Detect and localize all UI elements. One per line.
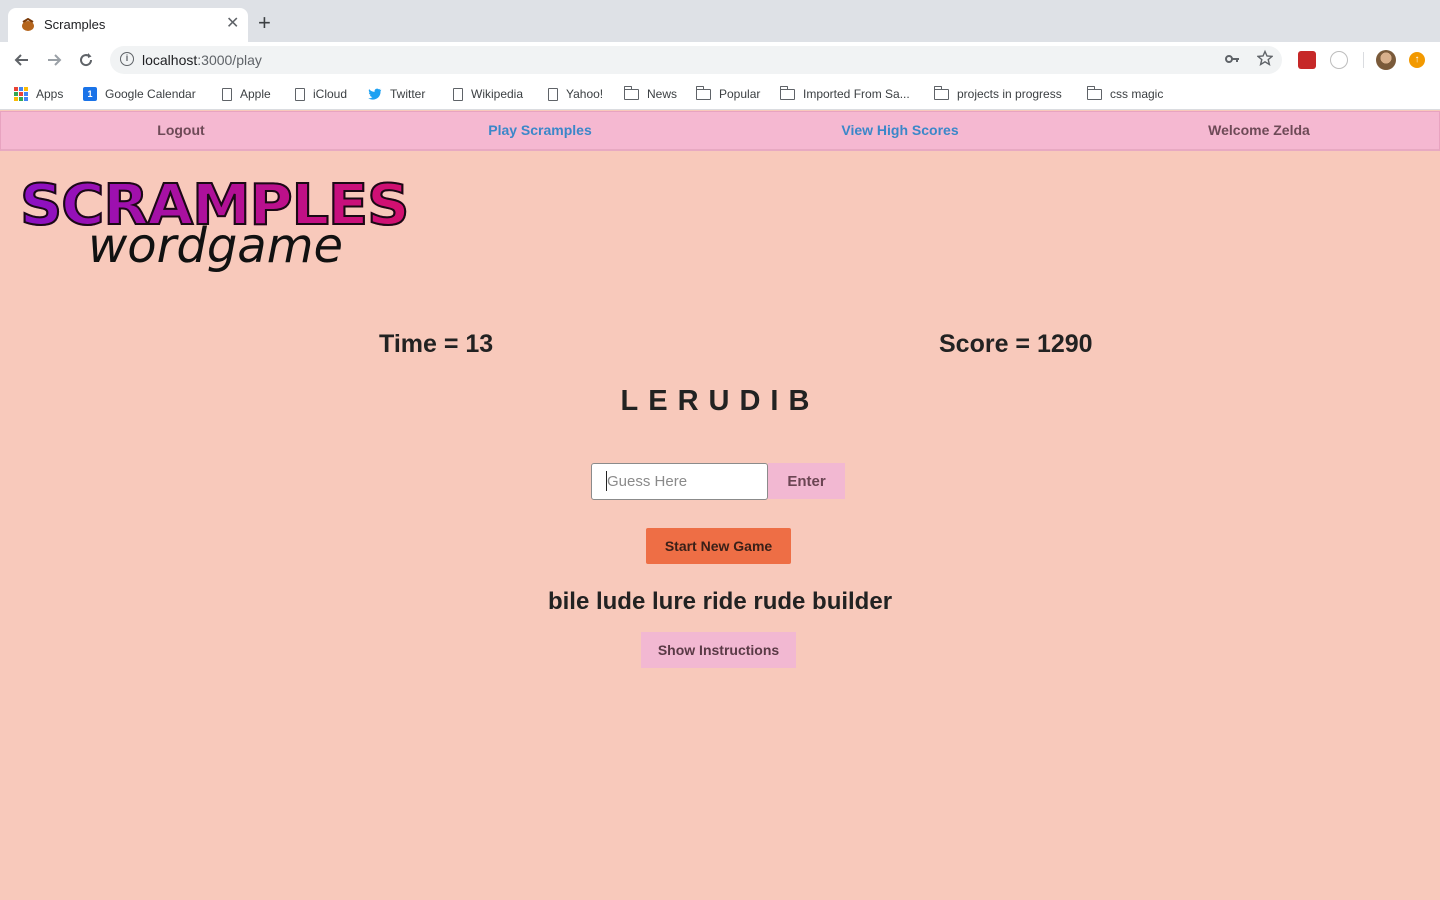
forward-icon[interactable] — [44, 50, 64, 70]
site-info-icon[interactable]: i — [120, 52, 134, 66]
calendar-icon: 1 — [83, 87, 97, 101]
folder-icon — [695, 85, 711, 100]
browser-tabstrip: Scramples ✕ + — [0, 0, 1440, 42]
new-tab-icon[interactable]: + — [258, 12, 271, 34]
bookmark-google-calendar[interactable]: 1 Google Calendar — [83, 84, 196, 104]
view-high-scores-link[interactable]: View High Scores — [800, 122, 1000, 138]
bookmark-apps[interactable]: Apps — [14, 84, 63, 104]
browser-tab[interactable]: Scramples ✕ — [8, 8, 248, 42]
bookmark-star-icon[interactable] — [1257, 49, 1273, 67]
bookmark-twitter[interactable]: Twitter — [368, 84, 425, 104]
close-tab-icon[interactable]: ✕ — [226, 15, 239, 33]
bookmark-folder-css-magic[interactable]: css magic — [1086, 84, 1163, 104]
bookmarks-bar: Apps 1 Google Calendar Apple iCloud Twitt… — [0, 78, 1440, 110]
bookmark-icloud[interactable]: iCloud — [293, 84, 347, 104]
welcome-user-text: Welcome Zelda — [1208, 122, 1310, 138]
bookmark-folder-news[interactable]: News — [623, 84, 677, 104]
guess-input[interactable] — [591, 463, 768, 500]
folder-icon — [933, 85, 949, 100]
twitter-icon — [368, 88, 382, 100]
enter-button[interactable]: Enter — [768, 463, 845, 499]
back-icon[interactable] — [12, 50, 32, 70]
bookmark-folder-imported[interactable]: Imported From Sa... — [779, 84, 910, 104]
score-display: Score = 1290 — [939, 330, 1093, 358]
bookmark-folder-popular[interactable]: Popular — [695, 84, 760, 104]
start-new-game-button[interactable]: Start New Game — [646, 528, 791, 564]
folder-icon — [623, 85, 639, 100]
folder-icon — [779, 85, 795, 100]
url-text: localhost:3000/play — [142, 52, 262, 68]
page-icon — [295, 87, 305, 101]
page-icon — [222, 87, 232, 101]
profile-avatar[interactable] — [1376, 50, 1396, 70]
logout-link[interactable]: Logout — [81, 122, 281, 138]
bookmark-wikipedia[interactable]: Wikipedia — [451, 84, 523, 104]
reload-icon[interactable] — [76, 50, 96, 70]
bookmark-yahoo[interactable]: Yahoo! — [546, 84, 603, 104]
show-instructions-button[interactable]: Show Instructions — [641, 632, 796, 668]
text-caret — [606, 471, 607, 491]
bookmark-apple[interactable]: Apple — [220, 84, 271, 104]
page-icon — [453, 87, 463, 101]
bookmark-folder-projects[interactable]: projects in progress — [933, 84, 1062, 104]
address-bar[interactable]: i localhost:3000/play — [110, 46, 1282, 74]
update-icon[interactable]: ↑ — [1409, 52, 1425, 68]
found-words-list: bile lude lure ride rude builder — [547, 588, 893, 615]
scramples-logo-subtitle: wordgame — [88, 218, 343, 274]
tab-title: Scramples — [44, 17, 106, 32]
time-remaining: Time = 13 — [379, 330, 494, 358]
key-icon[interactable] — [1224, 51, 1240, 67]
page-icon — [548, 87, 558, 101]
apps-grid-icon — [14, 87, 28, 101]
toolbar-divider — [1363, 52, 1364, 68]
scrambled-letters: LERUDIB — [620, 385, 820, 417]
play-scramples-link[interactable]: Play Scramples — [440, 122, 640, 138]
browser-toolbar: i localhost:3000/play ↑ — [0, 42, 1440, 78]
extension-red-icon[interactable] — [1298, 51, 1316, 69]
app-navbar: Logout Play Scramples View High Scores W… — [0, 111, 1440, 151]
folder-icon — [1086, 85, 1102, 100]
extension-gray-icon[interactable] — [1330, 51, 1348, 69]
scramples-favicon — [22, 18, 34, 31]
